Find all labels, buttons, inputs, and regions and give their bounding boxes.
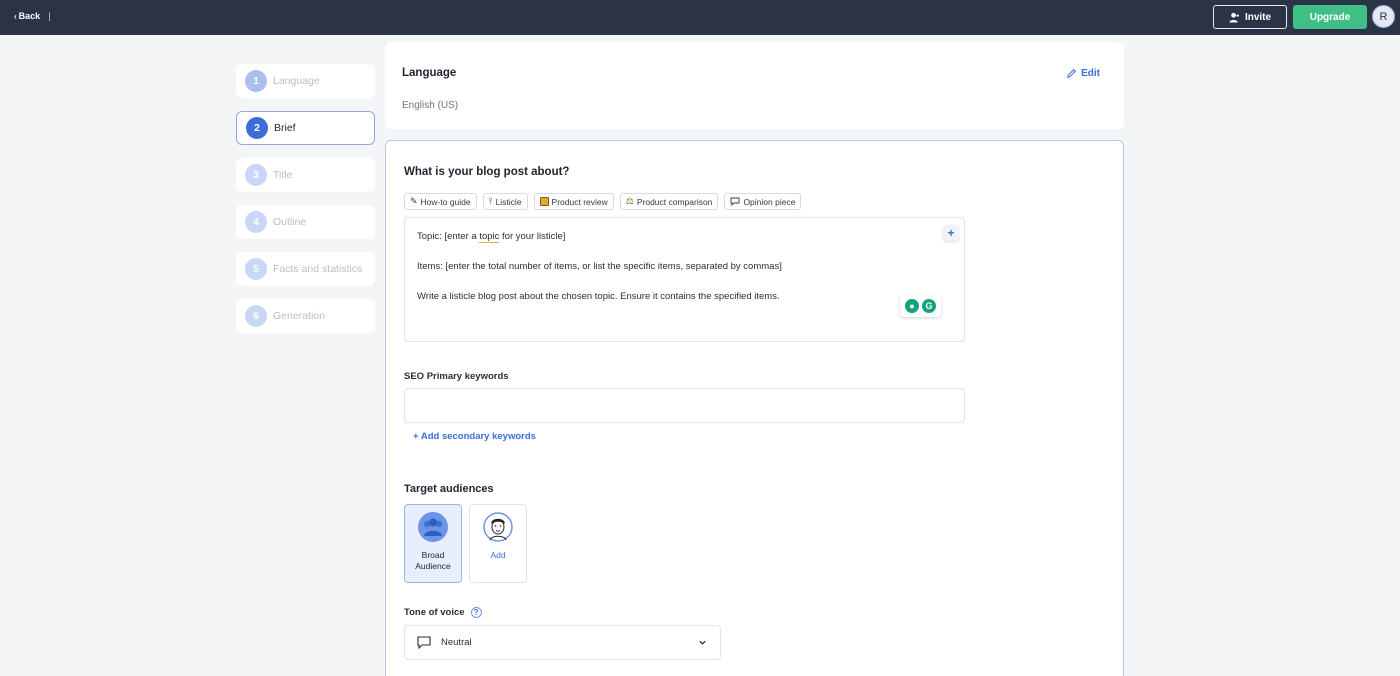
chip-label: How-to guide (420, 196, 471, 207)
grammarly-icon: G (922, 299, 936, 313)
template-chip-product-comparison[interactable]: ⚖ Product comparison (619, 193, 719, 210)
prompt-line-topic: Topic: [enter a topic for your listicle] (417, 231, 566, 243)
speech-bubble-icon (417, 636, 431, 649)
chevron-down-icon (699, 640, 706, 645)
template-chip-opinion-piece[interactable]: Opinion piece (724, 193, 802, 210)
prompt-line-instruction: Write a listicle blog post about the cho… (417, 291, 780, 302)
separator: | (48, 11, 51, 21)
tone-label-text: Tone of voice (404, 607, 465, 618)
pencil-icon (1067, 68, 1077, 78)
help-icon[interactable]: ? (470, 607, 482, 618)
step-label: Generation (273, 310, 325, 322)
step-title[interactable]: 3 Title (236, 158, 375, 192)
add-secondary-keywords-link[interactable]: + Add secondary keywords (413, 431, 536, 442)
seo-primary-keywords-label: SEO Primary keywords (404, 371, 509, 382)
invite-button[interactable]: Invite (1213, 5, 1287, 29)
pushpin-icon: ⫯ (488, 196, 493, 206)
audience-label: Broad Audience (415, 550, 451, 571)
back-button[interactable]: ‹ Back | (14, 11, 51, 21)
audience-add-card[interactable]: Add (469, 504, 527, 583)
person-face-icon (483, 512, 513, 542)
language-value: English (US) (402, 100, 459, 111)
chip-label: Opinion piece (743, 196, 796, 207)
insert-plus-button[interactable]: + (943, 225, 959, 241)
template-chips: ✎ How-to guide ⫯ Listicle Product review… (404, 193, 802, 210)
scales-icon: ⚖ (625, 196, 634, 206)
chip-label: Product comparison (636, 196, 713, 207)
audience-broad-card[interactable]: Broad Audience (404, 504, 462, 583)
upgrade-button[interactable]: Upgrade (1293, 5, 1367, 29)
step-label: Brief (274, 122, 296, 134)
back-label: Back (18, 11, 41, 21)
edit-language-button[interactable]: Edit (1066, 68, 1100, 79)
chevron-left-icon: ‹ (14, 11, 17, 21)
step-facts-and-statistics[interactable]: 5 Facts and statistics (236, 252, 375, 286)
language-card: Language English (US) Edit (385, 42, 1124, 129)
prompt-line-items: Items: [enter the total number of items,… (417, 261, 782, 272)
step-label: Facts and statistics (273, 263, 363, 275)
step-label: Title (273, 169, 293, 181)
package-icon (539, 197, 549, 206)
template-chip-product-review[interactable]: Product review (533, 193, 614, 210)
seo-primary-keywords-input[interactable] (404, 388, 965, 423)
edit-label: Edit (1081, 68, 1100, 79)
user-plus-icon (1229, 12, 1240, 23)
tone-value: Neutral (441, 637, 472, 648)
chip-label: Product review (551, 196, 608, 207)
invite-label: Invite (1244, 11, 1272, 23)
language-title: Language (402, 67, 457, 79)
chip-label: Listicle (495, 196, 522, 207)
template-chip-listicle[interactable]: ⫯ Listicle (482, 193, 528, 210)
step-number: 5 (245, 258, 267, 280)
top-bar: ‹ Back | Invite Upgrade R (0, 0, 1400, 35)
step-outline[interactable]: 4 Outline (236, 205, 375, 239)
step-number: 4 (245, 211, 267, 233)
avatar[interactable]: R (1372, 5, 1395, 28)
step-language[interactable]: 1 Language (236, 64, 375, 98)
step-brief[interactable]: 2 Brief (236, 111, 375, 145)
pencil-icon: ✎ (410, 196, 418, 206)
step-number: 2 (246, 117, 268, 139)
tone-of-voice-label: Tone of voice ? (404, 607, 482, 618)
audience-label: Add (490, 550, 506, 560)
grammarly-widget[interactable]: ● G (900, 295, 941, 317)
speech-bubble-icon (730, 197, 740, 206)
brief-card: What is your blog post about? ✎ How-to g… (385, 140, 1124, 676)
step-label: Outline (273, 216, 307, 228)
brief-question: What is your blog post about? (404, 166, 570, 178)
brief-prompt-textarea[interactable]: Topic: [enter a topic for your listicle]… (404, 217, 965, 342)
template-chip-how-to-guide[interactable]: ✎ How-to guide (404, 193, 477, 210)
step-number: 6 (245, 305, 267, 327)
bulb-icon: ● (905, 299, 919, 313)
step-label: Language (273, 75, 320, 87)
step-number: 3 (245, 164, 267, 186)
target-audiences-label: Target audiences (404, 483, 494, 495)
step-generation[interactable]: 6 Generation (236, 299, 375, 333)
group-icon (418, 512, 448, 542)
tone-of-voice-select[interactable]: Neutral (404, 625, 721, 660)
step-number: 1 (245, 70, 267, 92)
